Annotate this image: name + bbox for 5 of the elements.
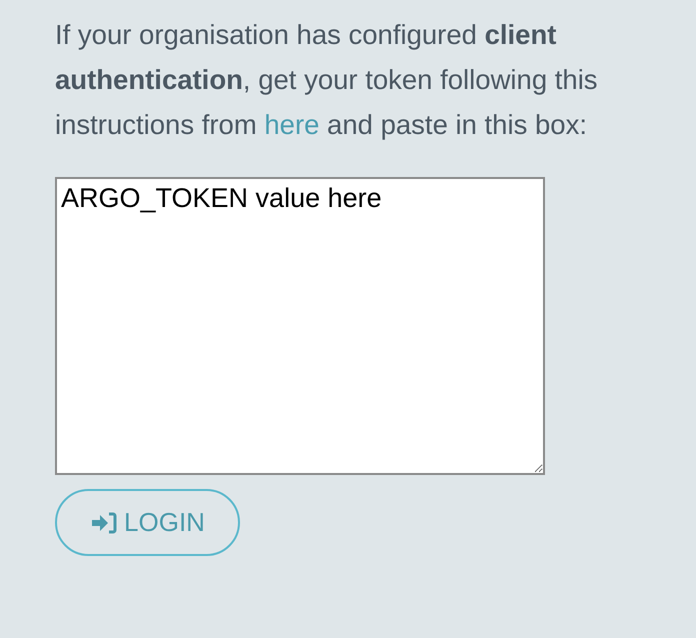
token-field[interactable]: ARGO_TOKEN value here: [55, 177, 545, 475]
here-link[interactable]: here: [264, 109, 320, 140]
instructions-text: If your organisation has configured client authentication, get your token following this instructions from here and paste in this box:: [55, 18, 599, 142]
login-button[interactable]: LOGIN: [55, 489, 240, 556]
sign-in-icon: [90, 510, 118, 534]
